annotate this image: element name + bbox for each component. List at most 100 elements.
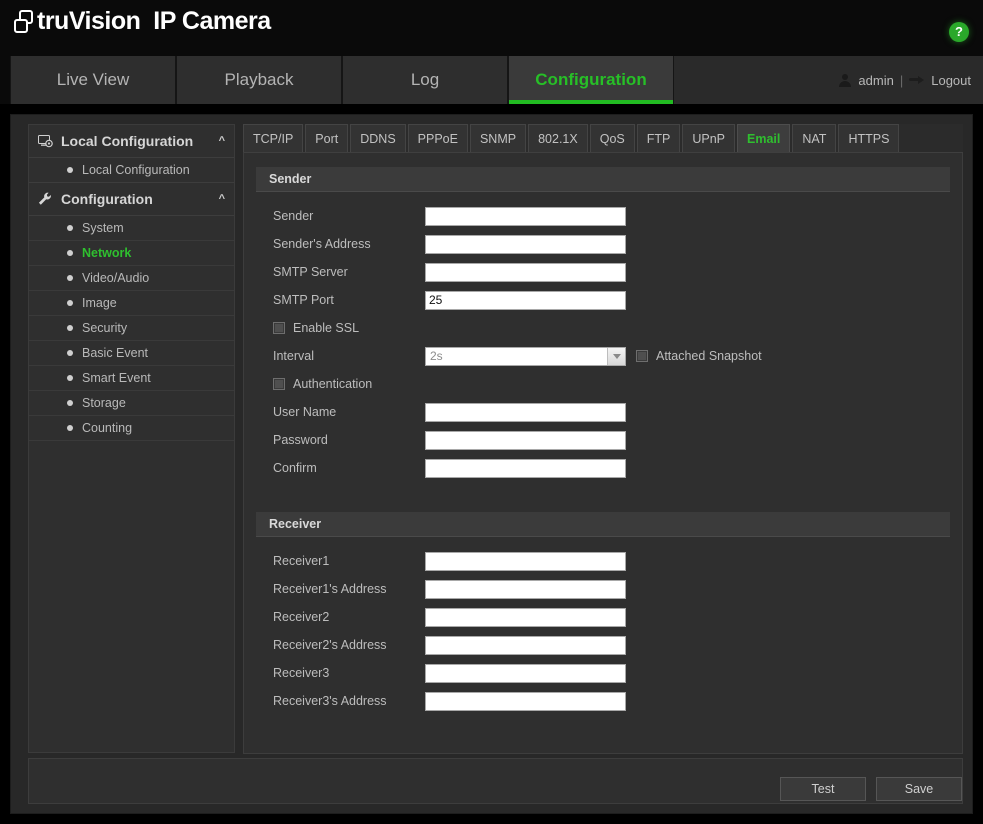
test-button[interactable]: Test: [780, 777, 866, 801]
receiver1-label: Receiver1: [273, 554, 330, 568]
subtab-https[interactable]: HTTPS: [838, 124, 900, 152]
subtab-email[interactable]: Email: [737, 124, 791, 152]
sidebar-item-counting[interactable]: Counting: [29, 416, 234, 441]
senders-address-input[interactable]: [425, 234, 626, 254]
sidebar-item-network[interactable]: Network: [29, 241, 234, 266]
sidebar-item-storage[interactable]: Storage: [29, 391, 234, 416]
user-area: admin | Logout: [674, 56, 983, 104]
receiver3-address-input[interactable]: [425, 691, 626, 711]
subtab-email-label: Email: [747, 131, 781, 146]
chevron-up-icon[interactable]: ^: [219, 193, 225, 205]
sidebar-group-local-configuration[interactable]: Local Configuration ^: [29, 125, 234, 158]
subtab-tcp-ip[interactable]: TCP/IP: [243, 124, 304, 152]
bullet-icon: [67, 225, 73, 231]
sidebar-item-local-configuration[interactable]: Local Configuration: [29, 158, 234, 183]
tab-configuration[interactable]: Configuration: [508, 56, 674, 104]
authentication-label[interactable]: Authentication: [293, 377, 372, 391]
sidebar-item-video-audio[interactable]: Video/Audio: [29, 266, 234, 291]
smtp-server-input[interactable]: [425, 262, 626, 282]
subtab-tcp-ip-label: TCP/IP: [253, 131, 294, 146]
receiver3-input[interactable]: [425, 663, 626, 683]
subtab-ddns-label: DDNS: [360, 131, 396, 146]
subtab-ftp-label: FTP: [646, 131, 671, 146]
subtab-ftp[interactable]: FTP: [636, 124, 681, 152]
chevron-down-icon[interactable]: [607, 347, 625, 365]
field-row-sender: Sender: [244, 202, 962, 230]
field-row-confirm: Confirm: [244, 454, 962, 482]
receiver1-address-input[interactable]: [425, 579, 626, 599]
smtp-port-input[interactable]: [425, 290, 626, 310]
sidebar-item-basic-event[interactable]: Basic Event: [29, 341, 234, 366]
attached-snapshot-checkbox[interactable]: [636, 350, 648, 362]
monitor-gear-icon: [38, 134, 53, 148]
field-row-user-name: User Name: [244, 398, 962, 426]
password-input[interactable]: [425, 430, 626, 450]
field-row-receiver1-address: Receiver1's Address: [244, 575, 962, 603]
sidebar-item-system[interactable]: System: [29, 216, 234, 241]
subtab-nat[interactable]: NAT: [792, 124, 837, 152]
subtab-port[interactable]: Port: [305, 124, 349, 152]
logout-arrow-icon[interactable]: [909, 73, 925, 87]
enable-ssl-label[interactable]: Enable SSL: [293, 321, 359, 335]
subtab-nat-label: NAT: [802, 131, 827, 146]
help-icon[interactable]: ?: [949, 22, 969, 42]
sidebar-item-network-label: Network: [82, 246, 132, 260]
save-button[interactable]: Save: [876, 777, 962, 801]
tab-playback[interactable]: Playback: [176, 56, 342, 104]
sender-input[interactable]: [425, 206, 626, 226]
bullet-icon: [67, 167, 73, 173]
row-attached-snapshot: Attached Snapshot: [636, 349, 762, 363]
attached-snapshot-label[interactable]: Attached Snapshot: [656, 349, 762, 363]
subtab-port-label: Port: [315, 131, 339, 146]
sidebar: Local Configuration ^ Local Configuratio…: [28, 124, 235, 753]
sidebar-item-smart-event[interactable]: Smart Event: [29, 366, 234, 391]
wrench-icon: [38, 192, 53, 206]
subtab-qos[interactable]: QoS: [589, 124, 635, 152]
field-row-receiver1: Receiver1: [244, 547, 962, 575]
content-area: TCP/IP Port DDNS PPPoE SNMP 802.1X QoS F…: [243, 124, 963, 813]
field-row-receiver2: Receiver2: [244, 603, 962, 631]
sidebar-group-configuration[interactable]: Configuration ^: [29, 183, 234, 216]
receiver2-input[interactable]: [425, 607, 626, 627]
password-label: Password: [273, 433, 328, 447]
authentication-checkbox[interactable]: [273, 378, 285, 390]
email-settings-panel: Sender Sender Sender's Address SMTP Serv…: [243, 153, 963, 754]
page-inner: Local Configuration ^ Local Configuratio…: [10, 114, 973, 814]
subtab-802-1x[interactable]: 802.1X: [528, 124, 588, 152]
sidebar-item-local-configuration-label: Local Configuration: [82, 163, 190, 177]
confirm-input[interactable]: [425, 458, 626, 478]
logout-link[interactable]: Logout: [931, 73, 971, 88]
subtab-snmp[interactable]: SNMP: [469, 124, 527, 152]
sidebar-item-video-audio-label: Video/Audio: [82, 271, 150, 285]
sidebar-item-basic-event-label: Basic Event: [82, 346, 149, 360]
sidebar-item-image[interactable]: Image: [29, 291, 234, 316]
sidebar-item-system-label: System: [82, 221, 124, 235]
receiver2-address-input[interactable]: [425, 635, 626, 655]
receiver3-label: Receiver3: [273, 666, 330, 680]
enable-ssl-checkbox[interactable]: [273, 322, 285, 334]
sidebar-item-security-label: Security: [82, 321, 128, 335]
subtab-qos-label: QoS: [599, 131, 625, 146]
field-row-receiver2-address: Receiver2's Address: [244, 631, 962, 659]
receiver1-input[interactable]: [425, 551, 626, 571]
subtab-ddns[interactable]: DDNS: [350, 124, 406, 152]
user-name-label: User Name: [273, 405, 337, 419]
sender-section-body: Sender Sender's Address SMTP Server SMTP…: [244, 192, 962, 482]
sidebar-item-security[interactable]: Security: [29, 316, 234, 341]
sidebar-item-counting-label: Counting: [82, 421, 133, 435]
sender-section-title: Sender: [269, 172, 312, 186]
field-row-password: Password: [244, 426, 962, 454]
subtab-upnp[interactable]: UPnP: [682, 124, 735, 152]
interval-select[interactable]: 2s: [425, 346, 626, 366]
sender-section-header: Sender: [256, 167, 950, 192]
page-body: Local Configuration ^ Local Configuratio…: [0, 104, 983, 824]
brand-primary: truVision: [37, 7, 141, 35]
user-name-input[interactable]: [425, 402, 626, 422]
receiver-section-body: Receiver1 Receiver1's Address Receiver2 …: [244, 537, 962, 715]
subtab-pppoe[interactable]: PPPoE: [407, 124, 468, 152]
tab-live-view[interactable]: Live View: [10, 56, 176, 104]
subtab-802-1x-label: 802.1X: [538, 131, 578, 146]
tab-log[interactable]: Log: [342, 56, 508, 104]
chevron-up-icon[interactable]: ^: [219, 135, 225, 147]
bullet-icon: [67, 375, 73, 381]
